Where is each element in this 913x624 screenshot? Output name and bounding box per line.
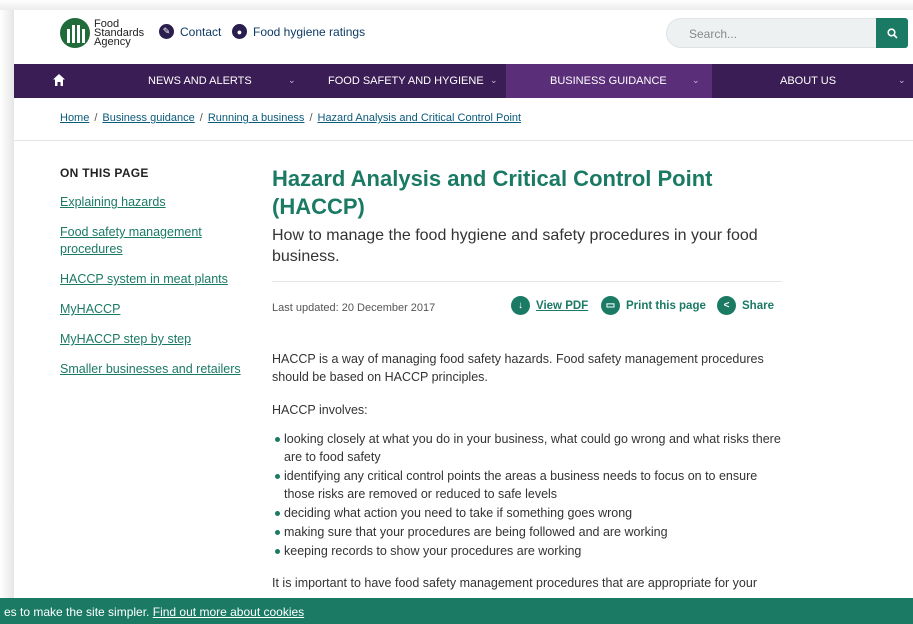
ratings-label: Food hygiene ratings	[253, 24, 366, 39]
contact-link[interactable]: ✎ Contact	[159, 24, 221, 39]
main-navigation: NEWS AND ALERTS ⌄ FOOD SAFETY AND HYGIEN…	[14, 64, 913, 98]
list-item: looking closely at what you do in your b…	[272, 430, 782, 466]
article-meta: Last updated: 20 December 2017 ↓ View PD…	[272, 282, 782, 338]
home-icon[interactable]	[52, 73, 70, 89]
search-button[interactable]	[876, 18, 908, 48]
window-shadow-top	[0, 0, 913, 10]
main-content: Hazard Analysis and Critical Control Poi…	[272, 165, 782, 607]
sidebar-link-smaller-businesses[interactable]: Smaller businesses and retailers	[60, 361, 260, 378]
article-body: HACCP is a way of managing food safety h…	[272, 350, 782, 592]
sidebar-title: ON THIS PAGE	[60, 166, 149, 180]
chevron-down-icon: ⌄	[692, 75, 700, 85]
view-pdf-label: View PDF	[536, 299, 589, 312]
list-item: making sure that your procedures are bei…	[272, 523, 782, 541]
nav-label: ABOUT US	[780, 75, 837, 87]
share-button[interactable]: < Share	[717, 296, 774, 315]
food-hygiene-ratings-link[interactable]: ● Food hygiene ratings	[232, 24, 365, 39]
search-small-icon: ●	[232, 24, 247, 39]
share-icon: <	[717, 296, 736, 315]
breadcrumb-running-a-business[interactable]: Running a business	[208, 112, 305, 124]
cookie-banner: es to make the site simpler. Find out mo…	[0, 598, 913, 624]
print-label: Print this page	[626, 299, 706, 312]
page-subtitle: How to manage the food hygiene and safet…	[272, 227, 758, 265]
chevron-down-icon: ⌄	[288, 75, 296, 85]
printer-icon: ▭	[601, 296, 620, 315]
sidebar-link-explaining-hazards[interactable]: Explaining hazards	[60, 194, 260, 211]
haccp-list: looking closely at what you do in your b…	[272, 430, 782, 560]
nav-label: NEWS AND ALERTS	[148, 75, 252, 87]
breadcrumb: Home / Business guidance / Running a busines…	[60, 112, 522, 124]
share-label: Share	[742, 299, 774, 312]
chevron-down-icon: ⌄	[490, 75, 498, 85]
chevron-down-icon: ⌄	[898, 75, 906, 85]
on-this-page-sidebar: ON THIS PAGE Explaining hazards Food saf…	[60, 166, 260, 391]
logo-text: Food Standards Agency	[94, 17, 145, 48]
top-bar: Food Standards Agency ✎ Contact ● Food h…	[14, 10, 913, 54]
list-item: keeping records to show your procedures …	[272, 542, 782, 560]
view-pdf-link[interactable]: ↓ View PDF	[511, 296, 588, 315]
sidebar-link-haccp-meat-plants[interactable]: HACCP system in meat plants	[60, 271, 260, 288]
cookie-link[interactable]: Find out more about cookies	[153, 605, 304, 619]
page-title: Hazard Analysis and Critical Control Poi…	[272, 166, 713, 219]
search-icon	[886, 27, 898, 39]
sidebar-link-food-safety-management[interactable]: Food safety management procedures	[60, 224, 220, 258]
nav-label: FOOD SAFETY AND HYGIENE	[328, 75, 484, 87]
print-page-link[interactable]: ▭ Print this page	[601, 296, 706, 315]
sidebar-link-myhaccp[interactable]: MyHACCP	[60, 301, 260, 318]
cookie-text: es to make the site simpler.	[4, 605, 150, 619]
breadcrumb-business-guidance[interactable]: Business guidance	[102, 112, 194, 124]
pencil-icon: ✎	[159, 24, 174, 39]
involves-paragraph: HACCP involves:	[272, 403, 368, 417]
closing-paragraph: It is important to have food safety mana…	[272, 576, 757, 590]
last-updated: Last updated: 20 December 2017	[272, 302, 436, 314]
list-item: identifying any critical control points …	[272, 467, 782, 503]
breadcrumb-haccp[interactable]: Hazard Analysis and Critical Control Poi…	[318, 112, 522, 124]
window-shadow-left	[0, 10, 14, 624]
search-input[interactable]: Search...	[666, 18, 878, 48]
divider	[14, 140, 913, 141]
nav-about-us[interactable]: ABOUT US ⌄	[712, 64, 913, 98]
nav-food-safety-and-hygiene[interactable]: FOOD SAFETY AND HYGIENE ⌄	[302, 64, 502, 98]
fsa-logo[interactable]: Food Standards Agency	[60, 17, 150, 49]
nav-business-guidance[interactable]: BUSINESS GUIDANCE ⌄	[506, 64, 712, 98]
list-item: deciding what action you need to take if…	[272, 504, 782, 522]
download-icon: ↓	[511, 296, 530, 315]
sidebar-link-myhaccp-step-by-step[interactable]: MyHACCP step by step	[60, 331, 260, 348]
contact-label: Contact	[180, 24, 222, 39]
breadcrumb-home[interactable]: Home	[60, 112, 89, 124]
page: Food Standards Agency ✎ Contact ● Food h…	[14, 10, 913, 624]
intro-paragraph: HACCP is a way of managing food safety h…	[272, 352, 764, 384]
nav-news-and-alerts[interactable]: NEWS AND ALERTS ⌄	[88, 64, 296, 98]
logo-icon	[60, 18, 90, 48]
nav-label: BUSINESS GUIDANCE	[550, 75, 667, 87]
